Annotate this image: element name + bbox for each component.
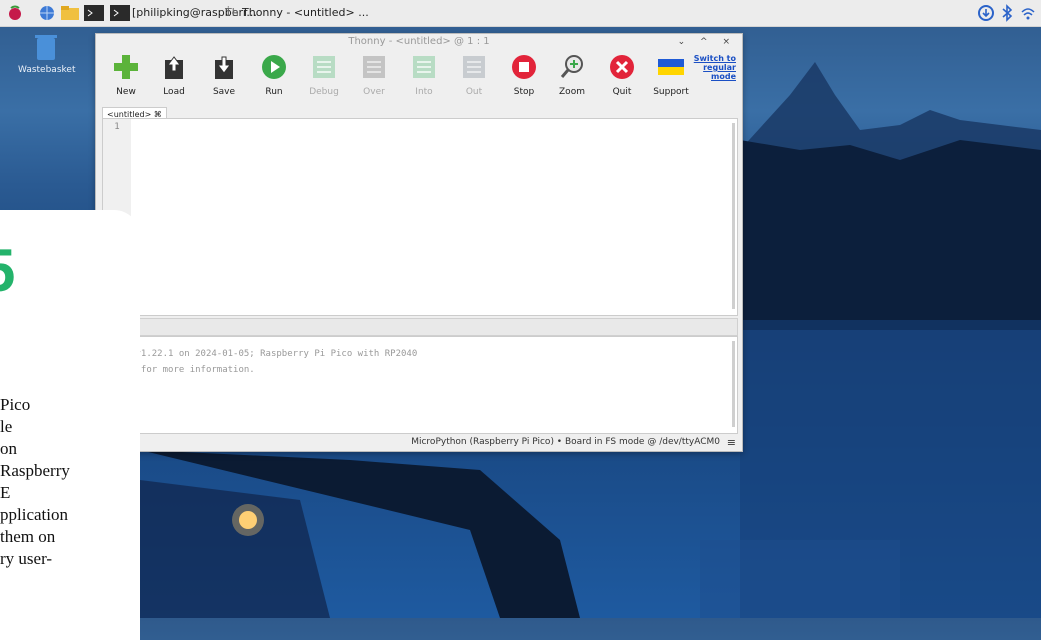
thonny-task-icon: Ṫh [225,6,239,19]
save-icon [215,56,233,79]
debug-button[interactable]: Debug [304,54,344,97]
shell-header [102,318,738,336]
new-icon [114,55,138,79]
browser-icon[interactable] [38,5,56,21]
step-out-button[interactable]: Out [454,54,494,97]
step-number: 5 [0,236,15,305]
editor-scrollbar[interactable] [732,123,735,309]
quit-icon [610,55,634,79]
quit-button[interactable]: Quit [602,54,642,97]
thonny-window: Thonny - <untitled> @ 1 : 1 ⌄ ^ × New Lo… [95,33,743,452]
article-text: Pico le on Raspberry E pplication them o… [0,395,70,568]
run-button[interactable]: Run [254,54,294,97]
wastebasket-label: Wastebasket [18,65,76,75]
step-out-icon [463,56,485,78]
window-titlebar[interactable]: Thonny - <untitled> @ 1 : 1 ⌄ ^ × [96,34,742,50]
step-into-icon [413,56,435,78]
step-into-button[interactable]: Into [404,54,444,97]
window-controls[interactable]: ⌄ ^ × [678,34,736,50]
stop-icon [512,55,536,79]
load-icon [165,56,183,79]
save-button[interactable]: Save [204,54,244,97]
status-bar: MicroPython (Raspberry Pi Pico) • Board … [96,434,742,451]
new-button[interactable]: New [106,54,146,97]
window-title: Thonny - <untitled> @ 1 : 1 [348,36,490,47]
bluetooth-icon[interactable] [1000,4,1014,22]
shell-line: ython v1.22.1 on 2024-01-05; Raspberry P… [103,349,418,359]
load-button[interactable]: Load [154,54,194,97]
zoom-icon [560,55,583,78]
step-over-icon [363,56,385,78]
terminal-icon[interactable] [84,5,104,21]
terminal-task-icon [110,5,130,21]
taskbar-thonny-task[interactable]: Thonny - <untitled> ... [242,4,369,22]
run-icon [262,55,286,79]
line-number: 1 [114,122,120,132]
editor-tabs: <untitled> ⌘ [102,102,167,121]
wifi-icon[interactable] [1020,4,1036,22]
download-icon[interactable] [977,4,995,22]
stop-button[interactable]: Stop [504,54,544,97]
debug-icon [313,56,335,78]
raspberry-menu-icon[interactable] [8,5,22,21]
trash-icon [35,35,57,60]
support-button[interactable]: Support [651,54,691,97]
ukraine-flag-icon [658,59,684,75]
switch-to-regular-mode-link[interactable]: Switch to regular mode [694,54,736,81]
interpreter-status[interactable]: MicroPython (Raspberry Pi Pico) • Board … [411,434,720,451]
shell-console[interactable]: ython v1.22.1 on 2024-01-05; Raspberry P… [102,336,738,434]
code-editor[interactable]: 1 [102,118,738,316]
taskbar: [philipking@raspberr... Ṫh Thonny - <unt… [0,0,1041,27]
status-menu-icon[interactable]: ≡ [727,434,736,451]
wastebasket-desktop-icon[interactable]: Wastebasket [18,32,76,75]
shell-scrollbar[interactable] [732,341,735,427]
step-over-button[interactable]: Over [354,54,394,97]
zoom-button[interactable]: Zoom [552,54,592,97]
file-manager-icon[interactable] [60,5,80,21]
toolbar: New Load Save Run Debug Over Into Out St… [96,50,742,98]
